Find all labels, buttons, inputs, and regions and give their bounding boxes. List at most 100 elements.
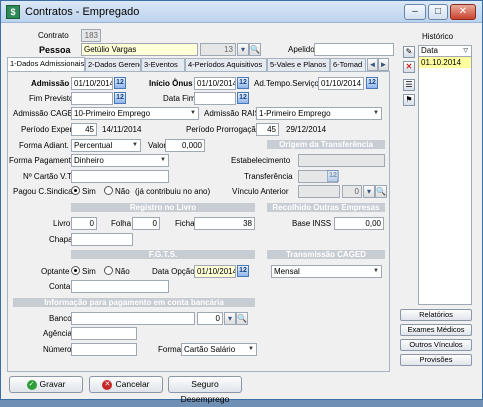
title-bar: $ Contratos - Empregado – □ ✕ (1, 1, 482, 23)
relatorios-button[interactable]: Relatórios (400, 309, 472, 321)
exames-medicos-button[interactable]: Exames Médicos (400, 324, 472, 336)
pessoa-code-field[interactable]: 13 (200, 43, 236, 56)
tab-scroll-left-icon[interactable]: ◄ (367, 58, 378, 71)
caged-select[interactable]: Mensal (271, 265, 382, 278)
pagou-sim-label: Sim (82, 187, 96, 196)
forma-adiant-select[interactable]: Percentual (71, 139, 141, 152)
minimize-button[interactable]: – (404, 4, 426, 20)
banco-section-header: Informação para pagamento em conta bancá… (13, 298, 255, 307)
fim-previsto-calendar-icon[interactable]: 12 (114, 92, 126, 104)
periodo-exper-field[interactable]: 45 (71, 123, 97, 136)
tab-dados-gerenciais[interactable]: 2-Dados Gerenciais (85, 58, 141, 71)
forma-banco-select[interactable]: Cartão Salário (181, 343, 257, 356)
apelido-label: Apelido (288, 45, 315, 54)
gravar-button[interactable]: ✓ Gravar (9, 376, 83, 393)
vinculo-search-icon[interactable]: 🔍 (375, 185, 387, 198)
vinculo-code-field[interactable]: 0 (342, 185, 362, 198)
inicio-onus-calendar-icon[interactable]: 12 (237, 77, 249, 89)
valor-field[interactable]: 0,000 (165, 139, 205, 152)
tab-periodos-aquisitivos[interactable]: 4-Períodos Aquisitivos (185, 58, 267, 71)
ficha-field[interactable]: 38 (194, 217, 255, 230)
inicio-onus-field[interactable]: 01/10/2014 (194, 77, 236, 90)
pagou-nao-radio[interactable] (104, 186, 113, 195)
data-opcao-label: Data Opção (152, 267, 195, 276)
historico-row[interactable]: 01.10.2014 (419, 57, 471, 68)
bookmark-icon[interactable]: ⚑ (403, 94, 415, 106)
check-icon: ✓ (26, 379, 37, 390)
tab-eventos[interactable]: 3-Eventos (141, 58, 185, 71)
filter-icon[interactable]: ▽ (463, 46, 468, 56)
origem-section-header: Origem da Transferência (267, 140, 385, 149)
close-button[interactable]: ✕ (450, 4, 476, 20)
window-title: Contratos - Empregado (25, 6, 140, 18)
tab-tomadores[interactable]: 6-Tomad (330, 58, 366, 71)
base-inss-field[interactable]: 0,00 (334, 217, 384, 230)
edit-icon[interactable]: ✎ (403, 46, 415, 58)
optante-nao-radio[interactable] (104, 266, 113, 275)
cancelar-label: Cancelar (115, 379, 150, 389)
data-opcao-field[interactable]: 01/10/2014 (194, 265, 236, 278)
data-fim-label: Data Fim (163, 94, 196, 103)
numero-field[interactable] (71, 343, 137, 356)
apelido-field[interactable] (314, 43, 394, 56)
ad-tempo-field[interactable]: 01/10/2014 (318, 77, 364, 90)
fgts-section-header: F.G.T.S. (71, 250, 255, 259)
delete-icon[interactable]: ✕ (403, 61, 415, 73)
tab-dados-admissionais[interactable]: 1-Dados Admissionais (7, 57, 85, 71)
pessoa-search-icon[interactable]: 🔍 (249, 43, 261, 56)
periodo-prorrog-label: Período Prorrogação (186, 125, 261, 134)
tab-scroll-right-icon[interactable]: ► (378, 58, 389, 71)
outros-vinculos-button[interactable]: Outros Vínculos (400, 339, 472, 351)
agencia-field[interactable] (71, 327, 137, 340)
provisoes-button[interactable]: Provisões (400, 354, 472, 366)
optante-sim-label: Sim (82, 267, 96, 276)
seguro-desemprego-button[interactable]: Seguro Desemprego (168, 376, 242, 404)
adm-caged-label: Admissão CAGED (13, 109, 79, 118)
cartao-vt-label: Nº Cartão V.T. (23, 172, 74, 181)
livro-field[interactable]: 0 (71, 217, 97, 230)
contrato-field: 183 (81, 29, 101, 42)
adm-rais-select[interactable]: 1-Primeiro Emprego (256, 107, 382, 120)
tab-strip: 1-Dados Admissionais 2-Dados Gerenciais … (7, 57, 390, 71)
pessoa-lookup-icon[interactable]: ▾ (237, 43, 249, 56)
optante-label: Optante (41, 267, 70, 276)
base-inss-label: Base INSS (292, 219, 332, 228)
historico-header-data[interactable]: Data ▽ (418, 45, 472, 57)
banco-code-field[interactable]: 0 (197, 312, 223, 325)
pagou-nao-label: Não (115, 187, 130, 196)
estabelecimento-label: Estabelecimento (231, 156, 291, 165)
conta-field[interactable] (71, 280, 169, 293)
caged-section-header: Transmissão CAGED (267, 250, 385, 259)
contrato-label: Contrato (38, 31, 69, 40)
forma-pag-select[interactable]: Dinheiro (71, 154, 169, 167)
data-fim-calendar-icon[interactable]: 12 (237, 92, 249, 104)
data-opcao-calendar-icon[interactable]: 12 (237, 265, 249, 277)
vinculo-lookup-icon[interactable]: ▾ (363, 185, 375, 198)
tab-vales-planos[interactable]: 5-Vales e Planos (267, 58, 330, 71)
transferencia-label: Transferência (244, 172, 293, 181)
cancelar-button[interactable]: ✕ Cancelar (89, 376, 163, 393)
data-fim-field[interactable] (194, 92, 236, 105)
admissao-field[interactable]: 01/10/2014 (71, 77, 113, 90)
pessoa-name-field[interactable]: Getúlio Vargas (81, 43, 198, 56)
forma-adiant-label: Forma Adiant. (19, 141, 69, 150)
banco-search-icon[interactable]: 🔍 (236, 312, 248, 325)
folha-field[interactable]: 0 (132, 217, 160, 230)
admissao-calendar-icon[interactable]: 12 (114, 77, 126, 89)
list-icon[interactable]: ☰ (403, 79, 415, 91)
maximize-button[interactable]: □ (428, 4, 448, 20)
chapa-field[interactable] (71, 233, 133, 246)
ad-tempo-calendar-icon[interactable]: 12 (366, 77, 378, 89)
banco-name-field[interactable] (71, 312, 195, 325)
optante-sim-radio[interactable] (71, 266, 80, 275)
periodo-prorrog-field[interactable]: 45 (256, 123, 279, 136)
cartao-vt-field[interactable] (71, 170, 169, 183)
adm-caged-select[interactable]: 10-Primeiro Emprego (71, 107, 199, 120)
banco-lookup-icon[interactable]: ▾ (224, 312, 236, 325)
pagou-label: Pagou C.Sindical (13, 187, 75, 196)
fim-previsto-field[interactable] (71, 92, 113, 105)
vinculo-name-field (298, 185, 340, 198)
recolhido-section-header: Recolhido Outras Empresas (267, 203, 385, 212)
pagou-sim-radio[interactable] (71, 186, 80, 195)
contract-window: $ Contratos - Empregado – □ ✕ Contrato 1… (0, 0, 483, 404)
